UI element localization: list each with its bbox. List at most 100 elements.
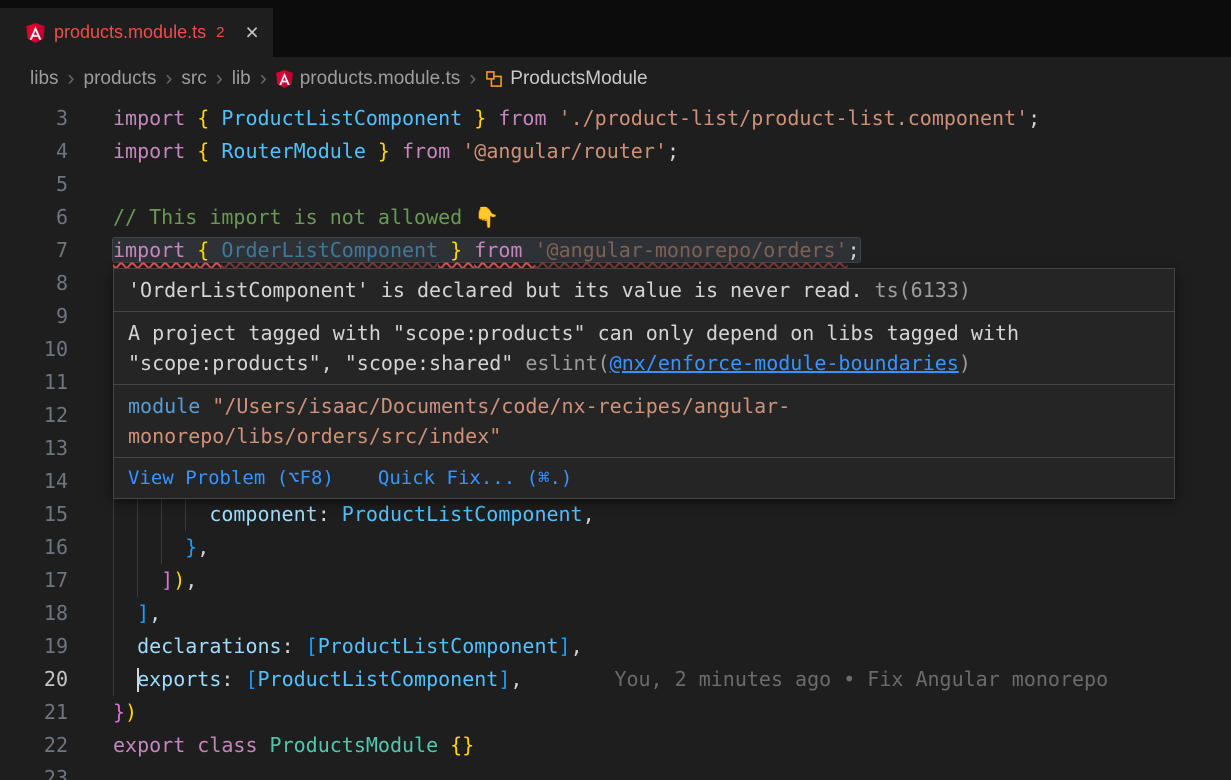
code-line-content: }) xyxy=(113,696,137,729)
code-token: , xyxy=(185,568,197,592)
angular-icon xyxy=(26,23,45,43)
code-token: '@angular-monorepo/orders' xyxy=(534,238,847,262)
code-line-content: component: ProductListComponent, xyxy=(113,498,595,531)
breadcrumb-item-productsmodule[interactable]: ProductsModule xyxy=(485,68,647,90)
code-line[interactable]: 4import { RouterModule } from '@angular/… xyxy=(0,135,1231,168)
breadcrumb-item-src[interactable]: src xyxy=(181,68,206,90)
line-number[interactable]: 11 xyxy=(0,366,68,399)
code-line-content: // This import is not allowed 👇 xyxy=(113,201,499,234)
line-number[interactable]: 20 xyxy=(0,663,68,696)
quick-fix-action[interactable]: Quick Fix... (⌘.) xyxy=(378,463,572,493)
line-number[interactable]: 7 xyxy=(0,234,68,267)
code-line[interactable]: 23 xyxy=(0,762,1231,780)
code-line[interactable]: 17]), xyxy=(0,564,1231,597)
breadcrumb-item-products-module-ts[interactable]: products.module.ts xyxy=(276,68,461,90)
code-line-content: exports: [ProductListComponent],You, 2 m… xyxy=(113,663,1108,696)
code-line[interactable]: 15 component: ProductListComponent, xyxy=(0,498,1231,531)
close-icon[interactable]: × xyxy=(245,21,258,44)
code-line[interactable]: 7import { OrderListComponent } from '@an… xyxy=(0,234,1231,267)
gutter-spacer xyxy=(68,234,113,267)
code-token: from xyxy=(474,238,534,262)
code-line-content: ]), xyxy=(113,564,197,597)
gutter-spacer xyxy=(68,531,113,564)
eslint-rule-link[interactable]: @nx/enforce-module-boundaries xyxy=(610,351,959,375)
line-number[interactable]: 14 xyxy=(0,465,68,498)
line-number[interactable]: 9 xyxy=(0,300,68,333)
gutter-spacer xyxy=(68,597,113,630)
line-number[interactable]: 15 xyxy=(0,498,68,531)
editor-tab[interactable]: products.module.ts 2 × xyxy=(0,8,273,57)
code-token: : xyxy=(221,667,245,691)
hover-text: "/Users/isaac/Documents/code/nx-recipes/… xyxy=(128,394,790,448)
code-token: '@angular/router' xyxy=(462,139,667,163)
code-line[interactable]: 19declarations: [ProductListComponent], xyxy=(0,630,1231,663)
line-number[interactable]: 5 xyxy=(0,168,68,201)
vscode-window: products.module.ts 2 × libs›products›src… xyxy=(0,0,1231,780)
code-token: from xyxy=(402,139,462,163)
line-number[interactable]: 6 xyxy=(0,201,68,234)
breadcrumb-item-lib[interactable]: lib xyxy=(232,68,251,90)
code-line[interactable]: 22export class ProductsModule {} xyxy=(0,729,1231,762)
code-token: ] xyxy=(137,601,149,625)
line-number[interactable]: 18 xyxy=(0,597,68,630)
gutter-spacer xyxy=(68,762,113,780)
indent-guide xyxy=(113,564,137,597)
code-line[interactable]: 18], xyxy=(0,597,1231,630)
breadcrumb-separator: › xyxy=(216,67,223,91)
code-token: declarations xyxy=(137,634,282,658)
breadcrumb-label: products.module.ts xyxy=(300,68,461,90)
line-number[interactable]: 3 xyxy=(0,102,68,135)
line-number[interactable]: 12 xyxy=(0,399,68,432)
line-number[interactable]: 13 xyxy=(0,432,68,465)
code-line[interactable]: 6 // This import is not allowed 👇 xyxy=(0,201,1231,234)
line-number[interactable]: 16 xyxy=(0,531,68,564)
code-token: : xyxy=(282,634,306,658)
line-number[interactable]: 10 xyxy=(0,333,68,366)
code-token: RouterModule xyxy=(221,139,366,163)
code-token: ProductListComponent xyxy=(318,634,559,658)
code-token: component xyxy=(209,502,317,526)
line-number[interactable]: 22 xyxy=(0,729,68,762)
code-token: [ xyxy=(245,667,257,691)
line-number[interactable]: 8 xyxy=(0,267,68,300)
gutter-spacer xyxy=(68,663,113,696)
code-token: } xyxy=(185,535,197,559)
gutter-spacer xyxy=(68,366,113,399)
code-line[interactable]: 16}, xyxy=(0,531,1231,564)
breadcrumb-label: lib xyxy=(232,68,251,90)
code-token: ; xyxy=(667,139,679,163)
breadcrumb-item-products[interactable]: products xyxy=(84,68,157,90)
symbol-class-icon xyxy=(485,70,503,88)
gutter-spacer xyxy=(68,201,113,234)
code-token: ; xyxy=(848,238,860,262)
hover-section: A project tagged with "scope:products" c… xyxy=(114,312,1174,385)
line-number[interactable]: 21 xyxy=(0,696,68,729)
code-token: {} xyxy=(450,733,474,757)
code-line[interactable]: 3import { ProductListComponent } from '.… xyxy=(0,102,1231,135)
code-token: OrderListComponent xyxy=(221,238,438,262)
code-token: , xyxy=(571,634,583,658)
hover-text: 'OrderListComponent' is declared but its… xyxy=(128,278,863,302)
line-number[interactable]: 19 xyxy=(0,630,68,663)
indent-guide xyxy=(161,498,185,531)
code-line-content: ], xyxy=(113,597,161,630)
code-token: } xyxy=(438,238,474,262)
code-token: , xyxy=(149,601,161,625)
code-token: './product-list/product-list.component' xyxy=(559,106,1029,130)
breadcrumb-item-libs[interactable]: libs xyxy=(30,68,59,90)
code-line[interactable]: 5 xyxy=(0,168,1231,201)
code-line[interactable]: 20 exports: [ProductListComponent],You, 2… xyxy=(0,663,1231,696)
code-line[interactable]: 21}) xyxy=(0,696,1231,729)
editor[interactable]: 3import { ProductListComponent } from '.… xyxy=(0,100,1231,780)
code-token: exports xyxy=(137,667,221,691)
line-number[interactable]: 4 xyxy=(0,135,68,168)
code-token: ProductListComponent xyxy=(221,106,462,130)
line-number[interactable]: 23 xyxy=(0,762,68,780)
indent-guide xyxy=(161,531,185,564)
line-number[interactable]: 17 xyxy=(0,564,68,597)
tab-bar: products.module.ts 2 × xyxy=(0,0,1231,57)
code-token: ] xyxy=(498,667,510,691)
view-problem-action[interactable]: View Problem (⌥F8) xyxy=(128,463,334,493)
breadcrumb-label: src xyxy=(181,68,206,90)
code-token: class xyxy=(197,733,269,757)
